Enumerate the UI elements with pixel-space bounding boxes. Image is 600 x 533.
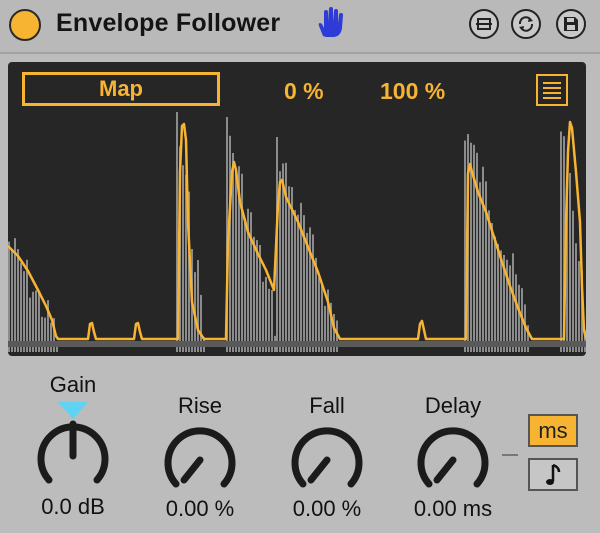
ms-mode-button[interactable]: ms (528, 414, 578, 447)
signal-bar (197, 260, 199, 352)
signal-bar (482, 166, 484, 352)
signal-bar (297, 214, 299, 352)
delay-mode-link (502, 454, 518, 456)
fold-icon[interactable] (469, 9, 499, 39)
envelope-waveform (8, 112, 586, 352)
signal-bar (23, 271, 25, 352)
signal-bar (235, 169, 237, 352)
map-button[interactable]: Map (22, 72, 220, 106)
save-preset-icon[interactable] (556, 9, 586, 39)
signal-bar (575, 243, 577, 352)
signal-bar (265, 276, 267, 352)
signal-baseline (8, 341, 586, 347)
signal-bar (17, 249, 19, 352)
signal-bar (488, 210, 490, 352)
signal-bar (26, 259, 28, 352)
signal-bar (515, 274, 517, 352)
delay-value: 0.00 ms (413, 496, 493, 521)
delay-knob[interactable] (415, 422, 491, 498)
eighth-note-icon[interactable] (528, 458, 578, 491)
hand-icon (318, 7, 343, 37)
signal-bar (50, 322, 52, 352)
signal-bar (256, 240, 258, 352)
fall-knob[interactable] (289, 422, 365, 498)
signal-bar (294, 210, 296, 352)
modulation-indicator-icon (58, 402, 88, 419)
signal-bar (182, 165, 184, 352)
signal-bar (288, 186, 290, 352)
signal-bar (500, 250, 502, 352)
device-title: Envelope Follower (56, 9, 281, 37)
fall-value: 0.00 % (292, 496, 362, 521)
signal-bar (20, 262, 22, 352)
signal-bar (560, 131, 562, 352)
rise-label: Rise (177, 393, 222, 418)
input-signal-bars (8, 112, 586, 352)
signal-bar (250, 212, 252, 352)
signal-bar (306, 232, 308, 352)
signal-bar (494, 236, 496, 352)
signal-bar (578, 261, 580, 352)
signal-bar (491, 223, 493, 352)
signal-bar (309, 227, 311, 352)
signal-bar (241, 173, 243, 352)
signal-bar (312, 234, 314, 352)
signal-bar (244, 218, 246, 352)
signal-bar (253, 236, 255, 352)
device-title-bar: Envelope Follower (0, 0, 600, 54)
envelope-display: Map 0 % 100 % (8, 62, 586, 356)
signal-bar (512, 253, 514, 352)
gain-value: 0.0 dB (41, 494, 105, 519)
signal-bar (572, 210, 574, 352)
envelope-follower-device: Envelope Follower Map 0 % 100 % Gain 0.0… (0, 0, 600, 533)
signal-bar (318, 277, 320, 352)
signal-bar (497, 243, 499, 352)
signal-bar (229, 135, 231, 352)
rise-value: 0.00 % (165, 496, 235, 521)
signal-bar (11, 250, 13, 352)
menu-list-icon[interactable] (536, 74, 568, 106)
fall-label: Fall (309, 393, 345, 418)
gain-label: Gain (49, 372, 97, 397)
max-range-value[interactable]: 100 % (380, 78, 445, 105)
delay-label: Delay (424, 393, 482, 418)
signal-bar (569, 172, 571, 352)
signal-bar (509, 265, 511, 352)
gain-knob[interactable] (35, 418, 111, 494)
rise-knob[interactable] (162, 422, 238, 498)
hotswap-icon[interactable] (511, 9, 541, 39)
signal-bar (8, 241, 10, 352)
signal-bar (479, 182, 481, 352)
power-button-icon[interactable] (9, 9, 41, 41)
min-range-value[interactable]: 0 % (284, 78, 324, 105)
